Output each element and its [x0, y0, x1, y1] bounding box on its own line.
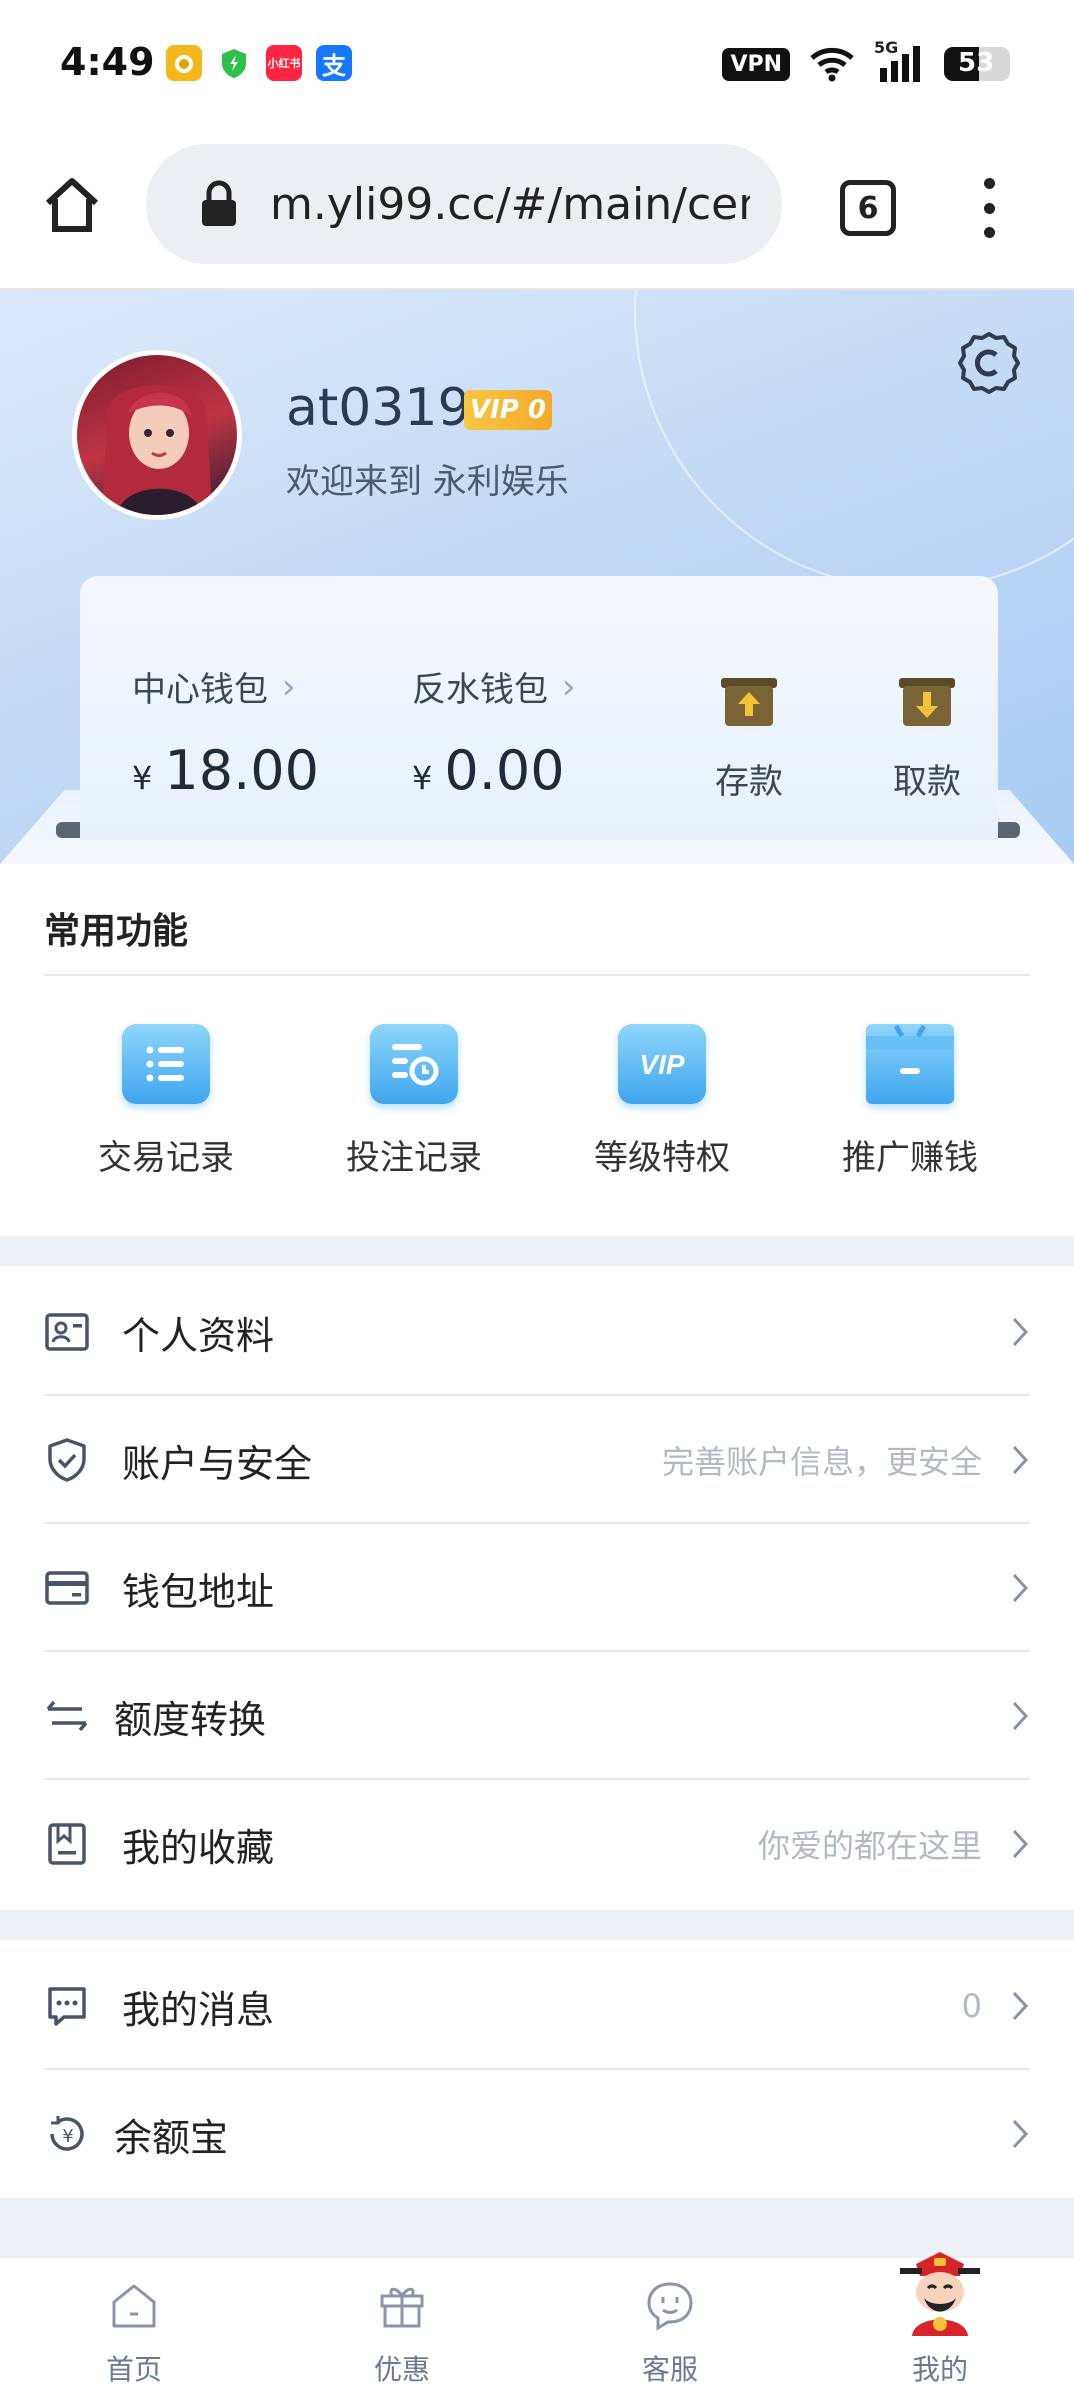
chevron-right-icon	[1012, 1829, 1029, 1859]
deposit-label: 存款	[715, 762, 783, 802]
menu-item-credit-transfer[interactable]: 额度转换	[44, 1652, 1030, 1780]
transfer-icon	[46, 1700, 88, 1732]
message-icon	[48, 1987, 86, 2026]
deposit-button[interactable]: 存款	[694, 676, 804, 803]
nav-promotions[interactable]: 优惠	[268, 2258, 536, 2400]
vip-badge: VIP 0	[464, 390, 552, 430]
wallet-card: 中心钱包 › ¥18.00 反水钱包 › ¥0.00 存款 取款	[80, 576, 998, 840]
withdraw-button[interactable]: 取款	[872, 676, 982, 803]
home-icon	[112, 2284, 156, 2328]
menu-item-messages[interactable]: 我的消息 0	[44, 1942, 1030, 2070]
center-wallet[interactable]: 中心钱包 › ¥18.00	[132, 662, 319, 803]
menu-item-wallet-address[interactable]: 钱包地址	[44, 1524, 1030, 1652]
nav-home[interactable]: 首页	[0, 2258, 268, 2400]
avatar[interactable]	[72, 350, 242, 520]
menu-item-profile[interactable]: 个人资料	[44, 1268, 1030, 1396]
address-bar[interactable]: m.yli99.cc/#/main/center	[146, 144, 782, 264]
nav-my-account[interactable]: 我的	[806, 2252, 1074, 2400]
chat-icon	[647, 2282, 693, 2331]
section-title: 常用功能	[44, 911, 189, 952]
chevron-right-icon: ›	[282, 666, 296, 707]
transaction-records[interactable]: 交易记录	[42, 1024, 290, 1179]
bookmark-icon	[48, 1823, 86, 1865]
welcome-text: 欢迎来到 永利娱乐	[286, 462, 569, 502]
browser-menu-icon[interactable]	[974, 178, 1004, 238]
chevron-right-icon	[1012, 1573, 1029, 1603]
username: at0319	[286, 378, 471, 438]
browser-toolbar: m.yli99.cc/#/main/center 6	[0, 128, 1074, 290]
svg-text:¥: ¥	[62, 2126, 73, 2147]
vip-privileges[interactable]: VIP 等级特权	[538, 1024, 786, 1179]
xiaohongshu-app-icon: 小红书	[266, 45, 302, 81]
notification-icons: 小红书 支	[166, 45, 352, 81]
chevron-right-icon	[1012, 1317, 1029, 1347]
shield-icon	[48, 1438, 86, 1482]
referral-earn[interactable]: 推广赚钱	[786, 1024, 1034, 1179]
yuan-coin-icon: ¥	[50, 2116, 84, 2151]
lock-icon	[202, 180, 236, 226]
alipay-app-icon: 支	[316, 45, 352, 81]
url-text[interactable]: m.yli99.cc/#/main/center	[270, 179, 750, 230]
deposit-icon	[721, 678, 777, 726]
cellular-signal-icon: 5G	[874, 38, 926, 84]
system-indicators: VPN 5G 53	[722, 38, 1010, 84]
card-icon	[45, 1571, 89, 1605]
rebate-wallet-label: 反水钱包	[412, 670, 548, 710]
status-bar: 4:49 小红书 支 VPN 5G 53	[0, 0, 1074, 128]
chevron-right-icon	[1012, 2119, 1029, 2149]
chevron-right-icon	[1012, 1445, 1029, 1475]
list-icon	[122, 1024, 210, 1104]
browser-home-icon[interactable]	[40, 173, 104, 237]
shield-app-icon	[216, 45, 252, 81]
rebate-wallet-amount: 0.00	[444, 739, 565, 802]
service-menu: 我的消息 0 ¥ 余额宝	[0, 1940, 1074, 2198]
withdraw-icon	[899, 678, 955, 726]
chevron-right-icon	[1012, 1991, 1029, 2021]
account-menu: 个人资料 账户与安全 完善账户信息，更安全 钱包地址 额度转换 我的收藏 你爱的…	[0, 1266, 1074, 1910]
withdraw-label: 取款	[893, 762, 961, 802]
menu-item-yuebao[interactable]: ¥ 余额宝	[44, 2070, 1030, 2198]
svg-text:VIP: VIP	[639, 1049, 684, 1080]
profile-header: at0319 VIP 0 欢迎来到 永利娱乐 中心钱包 › ¥18.00 反水钱包…	[0, 290, 1074, 864]
mascot-icon	[894, 2250, 986, 2346]
menu-item-favorites[interactable]: 我的收藏 你爱的都在这里	[44, 1780, 1030, 1908]
battery-indicator: 53	[944, 47, 1010, 81]
vpn-badge: VPN	[722, 47, 790, 81]
tab-switcher-button[interactable]: 6	[840, 180, 896, 236]
bet-records[interactable]: 投注记录	[290, 1024, 538, 1179]
taobao-app-icon	[166, 45, 202, 81]
center-wallet-amount: 18.00	[164, 739, 319, 802]
chevron-right-icon	[1012, 1701, 1029, 1731]
center-wallet-label: 中心钱包	[132, 670, 268, 710]
gift-box-icon	[866, 1024, 954, 1104]
rebate-wallet[interactable]: 反水钱包 › ¥0.00	[412, 662, 576, 803]
status-time: 4:49	[60, 40, 155, 84]
menu-item-account-security[interactable]: 账户与安全 完善账户信息，更安全	[44, 1396, 1030, 1524]
nav-customer-service[interactable]: 客服	[536, 2258, 804, 2400]
wifi-icon	[810, 47, 854, 82]
bottom-navigation: 首页 优惠 客服 我的	[0, 2252, 1074, 2400]
vip-icon: VIP	[618, 1024, 706, 1104]
bet-record-icon	[370, 1024, 458, 1104]
common-functions: 常用功能 交易记录 投注记录 VIP 等级特权 推广赚钱	[0, 864, 1074, 1236]
chevron-right-icon: ›	[562, 666, 576, 707]
gift-icon	[380, 2287, 424, 2328]
message-count: 0	[961, 1987, 982, 2025]
settings-icon[interactable]	[956, 330, 1022, 396]
id-card-icon	[45, 1313, 89, 1351]
